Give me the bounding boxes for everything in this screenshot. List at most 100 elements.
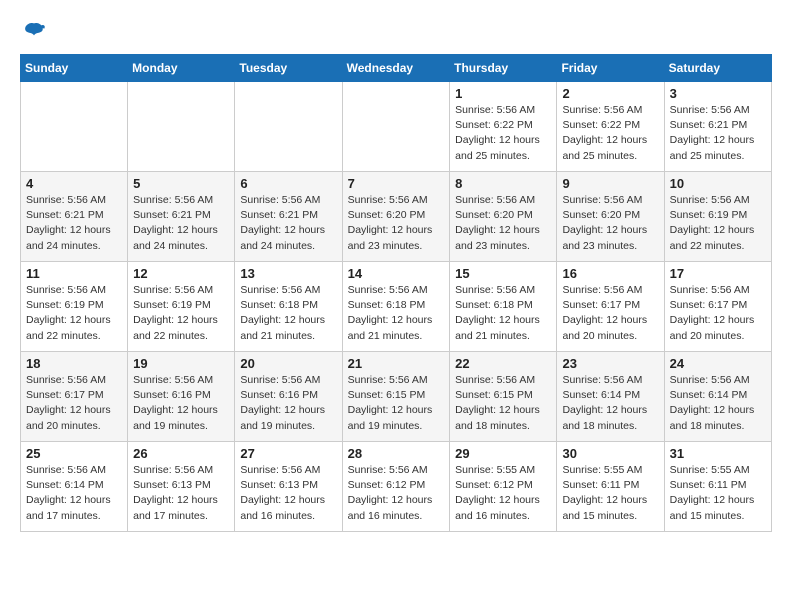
calendar-cell: 27 Sunrise: 5:56 AM Sunset: 6:13 PM Dayli… <box>235 442 342 532</box>
day-info: Sunrise: 5:56 AM Sunset: 6:21 PM Dayligh… <box>240 193 336 254</box>
day-info: Sunrise: 5:56 AM Sunset: 6:21 PM Dayligh… <box>670 103 766 164</box>
weekday-header-saturday: Saturday <box>664 55 771 82</box>
calendar-week-row: 11Sunrise: 5:56 AM Sunset: 6:19 PM Dayli… <box>21 262 772 352</box>
day-number: 26 <box>133 446 229 461</box>
day-info: Sunrise: 5:56 AM Sunset: 6:16 PM Dayligh… <box>240 373 336 434</box>
day-number: 14 <box>348 266 445 281</box>
calendar-cell: 29 Sunrise: 5:55 AM Sunset: 6:12 PM Dayli… <box>450 442 557 532</box>
calendar-cell <box>342 82 450 172</box>
calendar-cell: 16 Sunrise: 5:56 AM Sunset: 6:17 PM Dayli… <box>557 262 664 352</box>
day-info: Sunrise: 5:55 AM Sunset: 6:12 PM Dayligh… <box>455 463 551 524</box>
calendar-cell: 25 Sunrise: 5:56 AM Sunset: 6:14 PM Dayli… <box>21 442 128 532</box>
day-number: 16 <box>562 266 658 281</box>
calendar-cell: 5 Sunrise: 5:56 AM Sunset: 6:21 PM Daylig… <box>128 172 235 262</box>
day-info: Sunrise: 5:56 AM Sunset: 6:14 PM Dayligh… <box>670 373 766 434</box>
calendar-cell: 23 Sunrise: 5:56 AM Sunset: 6:14 PM Dayli… <box>557 352 664 442</box>
day-number: 3 <box>670 86 766 101</box>
calendar-cell: 31 Sunrise: 5:55 AM Sunset: 6:11 PM Dayli… <box>664 442 771 532</box>
calendar-week-row: 25 Sunrise: 5:56 AM Sunset: 6:14 PM Dayli… <box>21 442 772 532</box>
day-number: 4 <box>26 176 122 191</box>
day-info: Sunrise: 5:56 AM Sunset: 6:18 PM Dayligh… <box>348 283 445 344</box>
calendar-cell <box>21 82 128 172</box>
day-info: Sunrise: 5:55 AM Sunset: 6:11 PM Dayligh… <box>670 463 766 524</box>
calendar-cell <box>128 82 235 172</box>
day-info: Sunrise: 5:56 AM Sunset: 6:19 PM Dayligh… <box>133 283 229 344</box>
day-info: Sunrise: 5:56 AM Sunset: 6:15 PM Dayligh… <box>455 373 551 434</box>
day-number: 27 <box>240 446 336 461</box>
calendar-cell: 6 Sunrise: 5:56 AM Sunset: 6:21 PM Daylig… <box>235 172 342 262</box>
day-number: 10 <box>670 176 766 191</box>
calendar-cell: 18Sunrise: 5:56 AM Sunset: 6:17 PM Dayli… <box>21 352 128 442</box>
weekday-header-friday: Friday <box>557 55 664 82</box>
day-info: Sunrise: 5:56 AM Sunset: 6:20 PM Dayligh… <box>348 193 445 254</box>
day-number: 29 <box>455 446 551 461</box>
day-number: 25 <box>26 446 122 461</box>
day-number: 9 <box>562 176 658 191</box>
day-info: Sunrise: 5:56 AM Sunset: 6:14 PM Dayligh… <box>26 463 122 524</box>
weekday-header-tuesday: Tuesday <box>235 55 342 82</box>
day-info: Sunrise: 5:56 AM Sunset: 6:17 PM Dayligh… <box>562 283 658 344</box>
day-number: 12 <box>133 266 229 281</box>
day-info: Sunrise: 5:56 AM Sunset: 6:18 PM Dayligh… <box>240 283 336 344</box>
day-info: Sunrise: 5:56 AM Sunset: 6:14 PM Dayligh… <box>562 373 658 434</box>
page-header <box>20 20 772 44</box>
calendar-cell: 10 Sunrise: 5:56 AM Sunset: 6:19 PM Dayli… <box>664 172 771 262</box>
day-info: Sunrise: 5:56 AM Sunset: 6:22 PM Dayligh… <box>562 103 658 164</box>
weekday-header-thursday: Thursday <box>450 55 557 82</box>
day-number: 19 <box>133 356 229 371</box>
day-number: 5 <box>133 176 229 191</box>
day-number: 20 <box>240 356 336 371</box>
day-info: Sunrise: 5:56 AM Sunset: 6:22 PM Dayligh… <box>455 103 551 164</box>
day-info: Sunrise: 5:56 AM Sunset: 6:13 PM Dayligh… <box>240 463 336 524</box>
day-number: 31 <box>670 446 766 461</box>
day-info: Sunrise: 5:56 AM Sunset: 6:18 PM Dayligh… <box>455 283 551 344</box>
calendar-cell: 4Sunrise: 5:56 AM Sunset: 6:21 PM Daylig… <box>21 172 128 262</box>
weekday-header-wednesday: Wednesday <box>342 55 450 82</box>
calendar-cell: 26 Sunrise: 5:56 AM Sunset: 6:13 PM Dayli… <box>128 442 235 532</box>
calendar-week-row: 18Sunrise: 5:56 AM Sunset: 6:17 PM Dayli… <box>21 352 772 442</box>
calendar-cell: 11Sunrise: 5:56 AM Sunset: 6:19 PM Dayli… <box>21 262 128 352</box>
calendar-cell: 20 Sunrise: 5:56 AM Sunset: 6:16 PM Dayli… <box>235 352 342 442</box>
logo-bird-icon <box>22 20 46 44</box>
calendar-cell: 22 Sunrise: 5:56 AM Sunset: 6:15 PM Dayli… <box>450 352 557 442</box>
day-number: 24 <box>670 356 766 371</box>
calendar-cell: 21Sunrise: 5:56 AM Sunset: 6:15 PM Dayli… <box>342 352 450 442</box>
day-info: Sunrise: 5:56 AM Sunset: 6:19 PM Dayligh… <box>26 283 122 344</box>
calendar-table: SundayMondayTuesdayWednesdayThursdayFrid… <box>20 54 772 532</box>
day-info: Sunrise: 5:56 AM Sunset: 6:17 PM Dayligh… <box>670 283 766 344</box>
calendar-cell: 7Sunrise: 5:56 AM Sunset: 6:20 PM Daylig… <box>342 172 450 262</box>
day-info: Sunrise: 5:56 AM Sunset: 6:12 PM Dayligh… <box>348 463 445 524</box>
calendar-cell: 17Sunrise: 5:56 AM Sunset: 6:17 PM Dayli… <box>664 262 771 352</box>
calendar-cell: 30Sunrise: 5:55 AM Sunset: 6:11 PM Dayli… <box>557 442 664 532</box>
day-number: 28 <box>348 446 445 461</box>
day-number: 23 <box>562 356 658 371</box>
calendar-cell: 14 Sunrise: 5:56 AM Sunset: 6:18 PM Dayli… <box>342 262 450 352</box>
calendar-cell: 1 Sunrise: 5:56 AM Sunset: 6:22 PM Daylig… <box>450 82 557 172</box>
weekday-header-sunday: Sunday <box>21 55 128 82</box>
day-info: Sunrise: 5:56 AM Sunset: 6:15 PM Dayligh… <box>348 373 445 434</box>
day-info: Sunrise: 5:56 AM Sunset: 6:13 PM Dayligh… <box>133 463 229 524</box>
weekday-header-monday: Monday <box>128 55 235 82</box>
calendar-cell: 28 Sunrise: 5:56 AM Sunset: 6:12 PM Dayli… <box>342 442 450 532</box>
day-number: 18 <box>26 356 122 371</box>
calendar-cell: 9Sunrise: 5:56 AM Sunset: 6:20 PM Daylig… <box>557 172 664 262</box>
calendar-cell: 2 Sunrise: 5:56 AM Sunset: 6:22 PM Daylig… <box>557 82 664 172</box>
calendar-cell: 12 Sunrise: 5:56 AM Sunset: 6:19 PM Dayli… <box>128 262 235 352</box>
day-info: Sunrise: 5:56 AM Sunset: 6:21 PM Dayligh… <box>133 193 229 254</box>
day-number: 1 <box>455 86 551 101</box>
logo <box>20 20 46 44</box>
day-number: 22 <box>455 356 551 371</box>
day-number: 6 <box>240 176 336 191</box>
day-number: 8 <box>455 176 551 191</box>
day-info: Sunrise: 5:55 AM Sunset: 6:11 PM Dayligh… <box>562 463 658 524</box>
day-number: 2 <box>562 86 658 101</box>
day-info: Sunrise: 5:56 AM Sunset: 6:16 PM Dayligh… <box>133 373 229 434</box>
calendar-cell: 8Sunrise: 5:56 AM Sunset: 6:20 PM Daylig… <box>450 172 557 262</box>
day-number: 15 <box>455 266 551 281</box>
weekday-header-row: SundayMondayTuesdayWednesdayThursdayFrid… <box>21 55 772 82</box>
calendar-cell: 3 Sunrise: 5:56 AM Sunset: 6:21 PM Daylig… <box>664 82 771 172</box>
calendar-week-row: 4 Sunrise: 5:56 AM Sunset: 6:21 PM Daylig… <box>21 172 772 262</box>
calendar-cell: 15 Sunrise: 5:56 AM Sunset: 6:18 PM Dayli… <box>450 262 557 352</box>
day-info: Sunrise: 5:56 AM Sunset: 6:19 PM Dayligh… <box>670 193 766 254</box>
calendar-cell: 13Sunrise: 5:56 AM Sunset: 6:18 PM Dayli… <box>235 262 342 352</box>
